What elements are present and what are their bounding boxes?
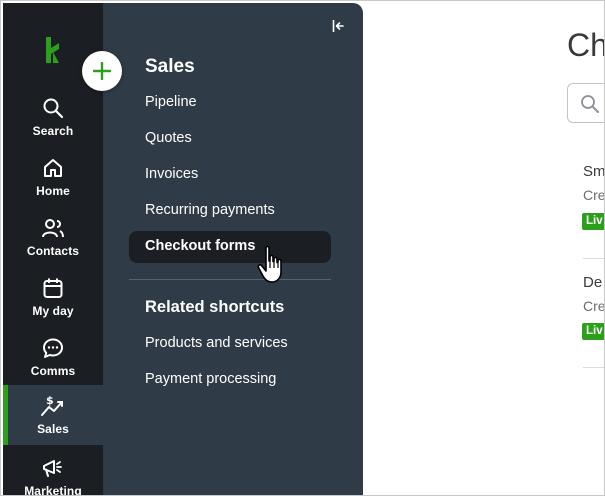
row-divider — [583, 258, 604, 259]
related-shortcuts-title: Related shortcuts — [145, 298, 285, 316]
page-title: Ch — [567, 27, 605, 63]
row-divider — [583, 367, 604, 368]
form-card-title[interactable]: De — [583, 274, 602, 291]
rail-item-my-day[interactable]: My day — [3, 271, 103, 329]
collapse-panel-icon[interactable] — [331, 18, 347, 34]
nav-link-recurring-payments[interactable]: Recurring payments — [145, 202, 275, 218]
nav-link-pipeline[interactable]: Pipeline — [145, 94, 197, 110]
form-card-subtitle: Cre — [583, 187, 605, 203]
rail-item-label: Sales — [37, 422, 69, 436]
rail-item-label: Home — [36, 184, 70, 198]
nav-link-products-and-services[interactable]: Products and services — [145, 335, 288, 351]
nav-link-checkout-forms[interactable]: Checkout forms — [129, 231, 331, 263]
search-icon — [581, 95, 599, 113]
nav-link-payment-processing[interactable]: Payment processing — [145, 371, 276, 387]
megaphone-icon — [40, 455, 66, 481]
panel-title: Sales — [145, 56, 195, 77]
rail-item-comms[interactable]: Comms — [3, 331, 103, 389]
form-card-title[interactable]: Sm — [583, 163, 604, 180]
plus-icon — [93, 62, 111, 80]
hand-pointer-cursor-icon — [257, 245, 282, 283]
rail-item-label: Comms — [30, 364, 76, 378]
rail-item-sales[interactable]: $ Sales — [3, 385, 103, 445]
sales-flyout-panel: Sales Pipeline Quotes Invoices Recurring… — [82, 3, 363, 495]
divider — [129, 279, 331, 280]
rail-item-contacts[interactable]: Contacts — [3, 211, 103, 269]
sales-icon: $ — [40, 393, 66, 419]
app-window: Search Home Contacts My day Comms $ Sale… — [0, 0, 605, 496]
chat-icon — [40, 335, 66, 361]
rail-item-marketing[interactable]: Marketing — [3, 451, 103, 496]
calendar-icon — [40, 275, 66, 301]
nav-link-quotes[interactable]: Quotes — [145, 130, 192, 146]
search-icon — [40, 95, 66, 121]
rail-item-label: Marketing — [24, 484, 82, 496]
rail-item-label: My day — [32, 304, 74, 318]
logo-icon — [46, 37, 59, 63]
status-badge: Liv — [582, 213, 604, 230]
rail-item-home[interactable]: Home — [3, 151, 103, 209]
nav-link-invoices[interactable]: Invoices — [145, 166, 198, 182]
status-badge: Liv — [582, 323, 604, 340]
rail-item-label: Contacts — [26, 244, 80, 258]
rail-item-label: Search — [32, 124, 74, 138]
search-input[interactable] — [567, 83, 604, 123]
contacts-icon — [40, 215, 66, 241]
form-card-subtitle: Cre — [583, 298, 605, 314]
create-new-button[interactable] — [82, 51, 122, 91]
home-icon — [40, 155, 66, 181]
rail-item-search[interactable]: Search — [3, 91, 103, 149]
svg-text:$: $ — [46, 394, 54, 407]
